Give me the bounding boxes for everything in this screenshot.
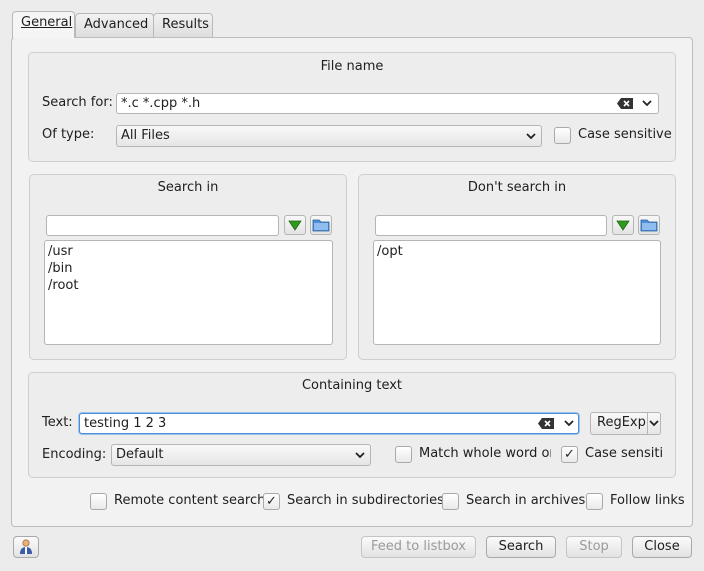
dont-search-in-title: Don't search in [467,180,567,195]
dont-search-in-list[interactable]: /opt [373,240,661,345]
chevron-down-icon [355,452,365,459]
list-item[interactable]: /root [48,277,329,294]
file-name-title: File name [320,59,384,74]
follow-links-checkbox[interactable] [586,493,603,510]
folder-icon [312,219,330,232]
close-button[interactable]: Close [632,536,692,558]
folder-icon [640,219,658,232]
green-arrow-down-icon [288,220,302,231]
containing-text-title: Containing text [301,378,403,393]
browse-search-folder-button[interactable] [310,215,332,235]
stop-button-label: Stop [579,539,609,554]
subdirectories-checkbox[interactable]: ✓ [263,493,280,510]
match-whole-word-label: Match whole word onl [419,446,551,461]
text-case-sensitive-label: Case sensitiv [585,446,662,461]
encoding-value: Default [116,447,164,462]
chevron-down-icon[interactable] [648,418,660,428]
tab-label: General [21,15,73,30]
list-item[interactable]: /usr [48,243,329,260]
search-in-list[interactable]: /usr /bin /root [44,240,333,345]
search-button[interactable]: Search [486,536,556,558]
add-exclude-path-button[interactable] [612,215,634,235]
tab-general[interactable]: General [12,11,75,38]
search-in-title: Search in [157,180,219,195]
case-sensitive-label: Case sensitive [578,127,672,142]
chevron-down-icon[interactable] [563,418,575,428]
stop-button[interactable]: Stop [566,536,622,558]
match-whole-word-checkbox[interactable] [395,446,412,463]
encoding-label: Encoding: [42,447,107,462]
chevron-down-icon[interactable] [641,98,653,108]
text-label: Text: [42,415,73,430]
clear-text-icon[interactable] [617,98,633,109]
text-case-sensitive-checkbox[interactable]: ✓ [561,446,578,463]
subdirectories-label: Search in subdirectories [287,493,444,508]
list-item[interactable]: /opt [377,243,657,260]
archives-label: Search in archives [466,493,586,508]
encoding-select[interactable]: Default [111,444,371,466]
follow-links-label: Follow links [610,493,685,508]
close-button-label: Close [644,539,680,554]
search-for-value: *.c *.cpp *.h [121,96,201,111]
feed-to-listbox-button[interactable]: Feed to listbox [361,536,476,558]
tab-label: Results [162,17,209,32]
containing-text-input[interactable]: testing 1 2 3 [79,413,579,434]
feed-to-listbox-label: Feed to listbox [371,539,466,554]
remote-content-checkbox[interactable] [90,493,107,510]
archives-checkbox[interactable] [442,493,459,510]
chevron-down-icon [526,133,536,140]
dont-search-in-path-input[interactable] [375,215,607,236]
of-type-select[interactable]: All Files [116,125,542,147]
search-button-label: Search [498,539,544,554]
list-item[interactable]: /bin [48,260,329,277]
tab-advanced[interactable]: Advanced [75,13,154,37]
browse-exclude-folder-button[interactable] [638,215,660,235]
remote-content-label: Remote content search [114,493,266,508]
case-sensitive-checkbox[interactable] [554,127,571,144]
search-for-input[interactable]: *.c *.cpp *.h [116,93,659,114]
search-for-label: Search for: [42,95,113,110]
user-help-icon [20,539,32,554]
green-arrow-down-icon [616,220,630,231]
of-type-value: All Files [121,128,170,143]
help-button[interactable] [13,536,39,558]
clear-text-icon[interactable] [538,418,554,429]
containing-text-value: testing 1 2 3 [84,416,167,431]
add-search-path-button[interactable] [284,215,306,235]
search-in-path-input[interactable] [46,215,279,236]
regexp-label: RegExp [597,415,646,430]
tab-label: Advanced [84,17,149,32]
of-type-label: Of type: [42,127,95,142]
tab-results[interactable]: Results [153,13,213,37]
